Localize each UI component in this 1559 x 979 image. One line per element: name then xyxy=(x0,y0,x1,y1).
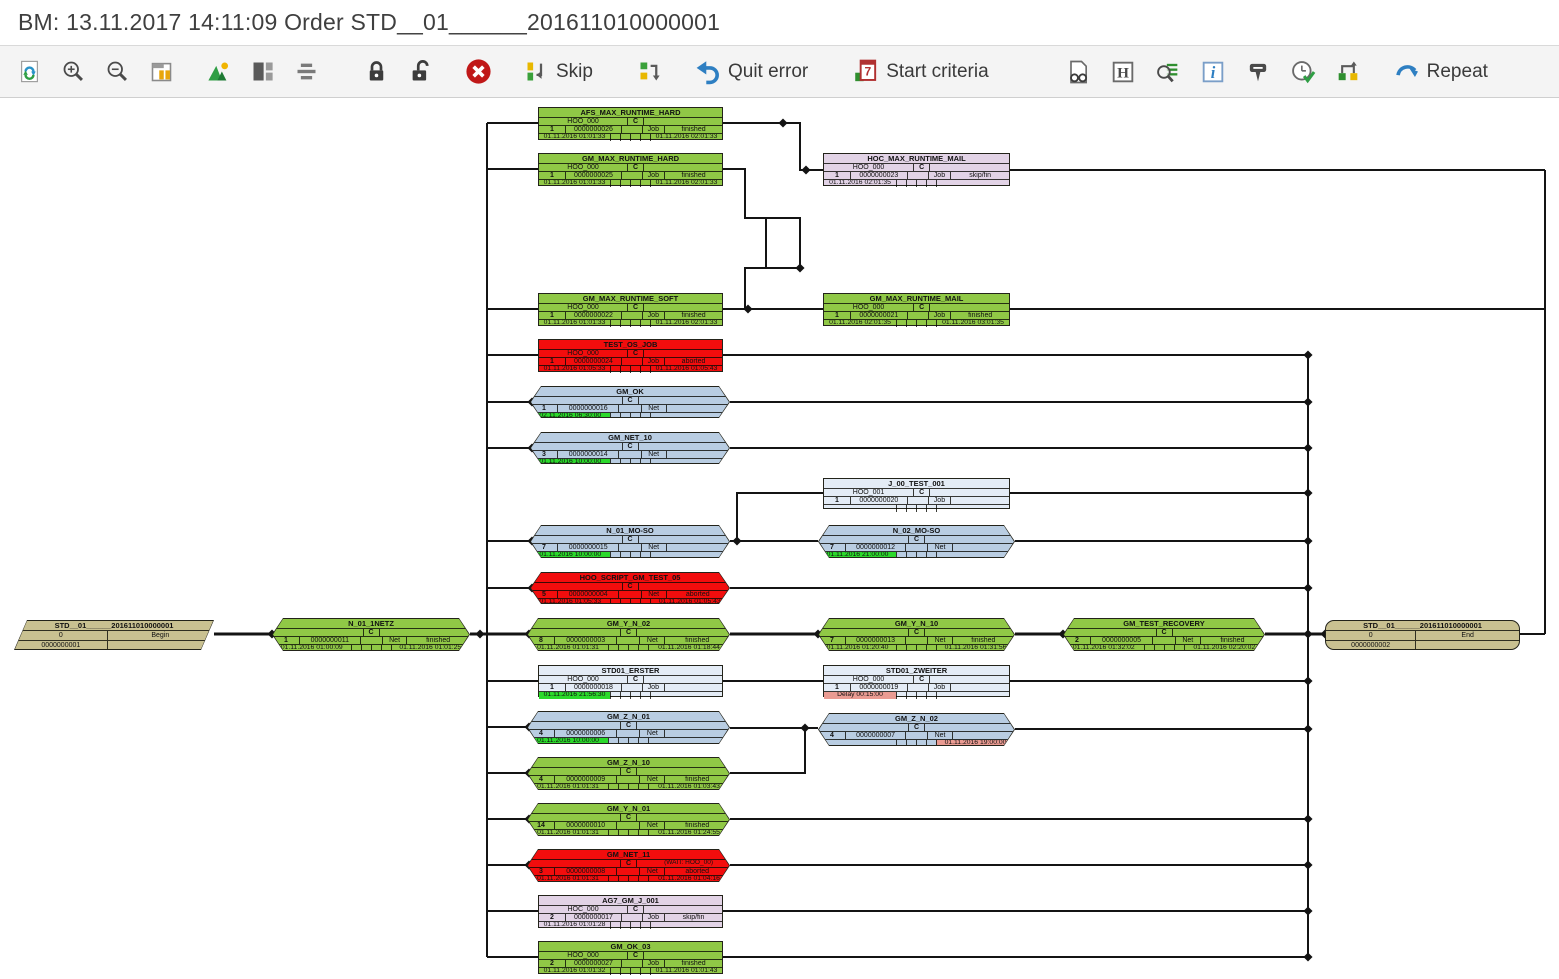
align-center-button[interactable] xyxy=(293,58,320,85)
node-gm-net-10[interactable]: GM_NET_10C30000000014Net01.11.2016 10:00… xyxy=(530,432,730,464)
start-criteria-button[interactable]: 7 Start criteria xyxy=(851,57,988,86)
title-bar: BM: 13.11.2017 14:11:09 Order STD__01___… xyxy=(0,0,1559,46)
node-gm-z-n-02[interactable]: GM_Z_N_02C40000000007Net01.11.2016 19:00… xyxy=(818,713,1015,746)
diagram-canvas: AFS_MAX_RUNTIME_HARDHOO_000C10000000026J… xyxy=(0,98,1559,979)
node-gm-z-n-01[interactable]: GM_Z_N_01C40000000006Net01.11.2016 10:00… xyxy=(527,711,730,744)
node-order-begin[interactable]: STD__01______2016110100000010Begin000000… xyxy=(14,620,214,650)
info-button[interactable]: i xyxy=(1199,58,1227,86)
node-std01-erster[interactable]: STD01_ERSTERHOO_000C10000000018Job01.11.… xyxy=(538,665,723,697)
quit-error-label: Quit error xyxy=(728,61,808,83)
node-ag7-gm-j-001[interactable]: AG7_GM_J_001HOC_000C20000000017Jobskip/f… xyxy=(538,895,723,928)
flowchart-button[interactable] xyxy=(1334,58,1362,86)
skip-button[interactable]: Skip xyxy=(523,58,593,85)
node-hoc-max-runtime-mail[interactable]: HOC_MAX_RUNTIME_MAILHOO_000C10000000023J… xyxy=(823,153,1010,186)
document-glasses-button[interactable] xyxy=(1064,58,1092,86)
node-gm-z-n-10[interactable]: GM_Z_N_10C40000000009Netfinished01.11.20… xyxy=(527,757,730,790)
node-gm-max-runtime-hard[interactable]: GM_MAX_RUNTIME_HARDHOO_000C10000000025Jo… xyxy=(538,153,723,186)
node-n-01-1netz[interactable]: N_01_1NETZC10000000011Netfinished01.11.2… xyxy=(272,618,470,651)
outline-view-button[interactable] xyxy=(249,58,276,85)
flag-button[interactable] xyxy=(1244,58,1272,86)
node-n-01-mo-so[interactable]: N_01_MO-SOC70000000015Net01.11.2016 10:0… xyxy=(530,525,730,558)
zoom-in-button[interactable] xyxy=(60,58,87,85)
node-afs-max-runtime-hard[interactable]: AFS_MAX_RUNTIME_HARDHOO_000C10000000026J… xyxy=(538,107,723,140)
node-gm-y-n-02[interactable]: GM_Y_N_02C80000000003Netfinished01.11.20… xyxy=(527,618,730,651)
node-gm-test-recovery[interactable]: GM_TEST_RECOVERYC20000000005Netfinished0… xyxy=(1063,618,1265,651)
legend-h-button[interactable]: H xyxy=(1109,58,1137,86)
search-list-button[interactable] xyxy=(1154,58,1182,86)
job-list-view-button[interactable] xyxy=(148,58,175,85)
unlock-button[interactable] xyxy=(407,58,434,85)
node-gm-max-runtime-soft[interactable]: GM_MAX_RUNTIME_SOFTHOO_000C10000000022Jo… xyxy=(538,293,723,326)
node-gm-max-runtime-mail[interactable]: GM_MAX_RUNTIME_MAILHOO_000C10000000021Jo… xyxy=(823,293,1010,326)
node-order-end[interactable]: STD__01______2016110100000010End00000000… xyxy=(1325,620,1520,650)
skip-label: Skip xyxy=(556,61,593,83)
start-criteria-label: Start criteria xyxy=(886,61,988,83)
node-gm-net-11[interactable]: GM_NET_11C(WAIT: HOO_00)30000000008Netab… xyxy=(527,849,730,882)
node-std01-zweiter[interactable]: STD01_ZWEITERHOO_000C10000000019JobDelay… xyxy=(823,665,1010,697)
node-hoo-script-gm-test-05[interactable]: HOO_SCRIPT_GM_TEST_05C50000000004Netabor… xyxy=(530,572,730,604)
repeat-button[interactable]: Repeat xyxy=(1392,57,1488,86)
node-gm-ok-03[interactable]: GM_OK_03HOO_000C20000000027Jobfinished01… xyxy=(538,941,723,974)
lock-button[interactable] xyxy=(363,58,390,85)
zoom-out-button[interactable] xyxy=(104,58,131,85)
node-gm-y-n-10[interactable]: GM_Y_N_10C70000000013Netfinished01.11.20… xyxy=(818,618,1015,651)
node-test-os-job[interactable]: TEST_OS_JOBHOO_000C10000000024Jobaborted… xyxy=(538,339,723,372)
graphic-view-button[interactable] xyxy=(205,58,232,85)
node-j-00-test-001[interactable]: J_00_TEST_001HOO_001C10000000020Job xyxy=(823,478,1010,509)
svg-text:i: i xyxy=(1210,62,1215,81)
node-gm-y-n-01[interactable]: GM_Y_N_01C140000000010Netfinished01.11.2… xyxy=(527,803,730,836)
refresh-button[interactable] xyxy=(16,58,43,85)
connector-lines xyxy=(0,98,1559,979)
svg-text:7: 7 xyxy=(865,65,872,79)
repeat-label: Repeat xyxy=(1427,61,1488,83)
cancel-button[interactable] xyxy=(464,57,493,86)
quit-error-button[interactable]: Quit error xyxy=(693,57,808,86)
node-gm-ok[interactable]: GM_OKC10000000016Net02.11.2016 06:30:00 xyxy=(530,386,730,418)
clock-check-button[interactable] xyxy=(1289,58,1317,86)
window-title: BM: 13.11.2017 14:11:09 Order STD__01___… xyxy=(18,9,720,36)
svg-text:H: H xyxy=(1117,64,1129,81)
toolbar: Skip Quit error 7 Start criteria H i Repe… xyxy=(0,46,1559,98)
node-n-02-mo-so[interactable]: N_02_MO-SOC70000000012Net01.11.2016 21:0… xyxy=(818,525,1015,558)
application-window: BM: 13.11.2017 14:11:09 Order STD__01___… xyxy=(0,0,1559,979)
hierarchy-button[interactable] xyxy=(636,58,663,85)
